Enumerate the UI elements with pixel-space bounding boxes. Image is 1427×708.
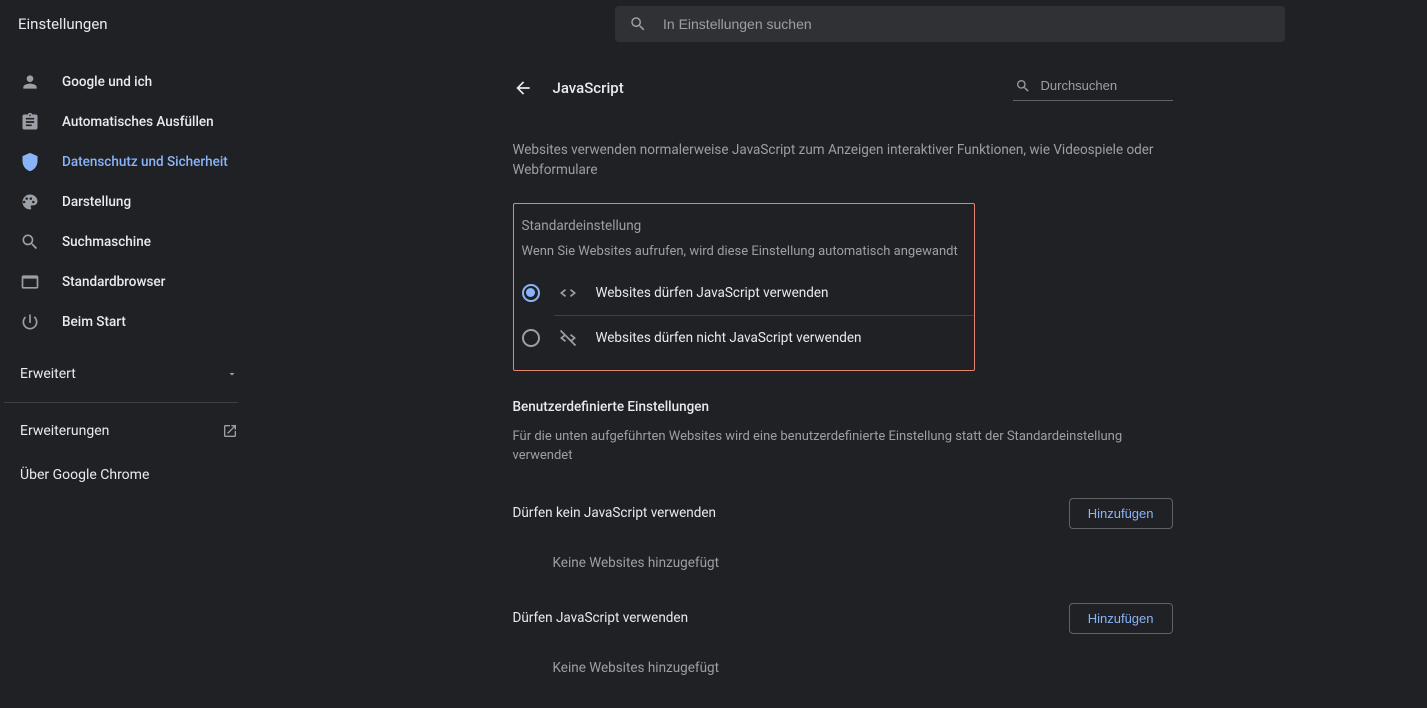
allow-list-section: Dürfen JavaScript verwenden Hinzufügen K… (513, 603, 1173, 676)
page-search[interactable] (1013, 76, 1173, 101)
block-list-section: Dürfen kein JavaScript verwenden Hinzufü… (513, 498, 1173, 571)
radio-block-js[interactable]: Websites dürfen nicht JavaScript verwend… (514, 316, 974, 360)
global-search[interactable] (615, 6, 1285, 42)
list-title: Dürfen kein JavaScript verwenden (513, 505, 716, 521)
open-in-new-icon (222, 423, 238, 439)
sidebar-item-label: Datenschutz und Sicherheit (62, 154, 228, 170)
sidebar-item-label: Automatisches Ausfüllen (62, 114, 214, 130)
divider (4, 402, 238, 403)
code-icon (558, 283, 578, 303)
sidebar-item-default-browser[interactable]: Standardbrowser (0, 262, 258, 302)
radio-button-icon (522, 284, 540, 302)
page-search-input[interactable] (1041, 78, 1173, 93)
code-off-icon (558, 328, 578, 348)
sidebar-item-about[interactable]: Über Google Chrome (0, 455, 258, 495)
search-icon (1015, 78, 1031, 94)
default-behavior-section: Standardeinstellung Wenn Sie Websites au… (513, 203, 975, 371)
sidebar-item-search-engine[interactable]: Suchmaschine (0, 222, 258, 262)
section-heading: Benutzerdefinierte Einstellungen (513, 399, 1173, 415)
sidebar-item-label: Über Google Chrome (20, 467, 149, 483)
back-arrow-icon[interactable] (513, 78, 533, 98)
browser-icon (20, 272, 40, 292)
search-icon (629, 15, 647, 33)
power-icon (20, 312, 40, 332)
radio-label: Websites dürfen nicht JavaScript verwend… (596, 330, 862, 346)
radio-button-icon (522, 329, 540, 347)
add-block-site-button[interactable]: Hinzufügen (1069, 498, 1173, 529)
section-heading: Standardeinstellung (514, 218, 974, 234)
page-description: Websites verwenden normalerweise JavaScr… (513, 140, 1173, 181)
sidebar-item-privacy[interactable]: Datenschutz und Sicherheit (0, 142, 258, 182)
empty-list-text: Keine Websites hinzugefügt (513, 529, 1173, 571)
empty-list-text: Keine Websites hinzugefügt (513, 634, 1173, 676)
sidebar-advanced-label: Erweitert (20, 366, 76, 382)
section-subtext: Wenn Sie Websites aufrufen, wird diese E… (514, 234, 974, 271)
radio-label: Websites dürfen JavaScript verwenden (596, 285, 829, 301)
settings-panel: JavaScript Websites verwenden normalerwe… (513, 66, 1173, 708)
sidebar-item-label: Standardbrowser (62, 274, 165, 290)
sidebar-item-google[interactable]: Google und ich (0, 62, 258, 102)
app-title: Einstellungen (18, 15, 108, 33)
sidebar-item-label: Beim Start (62, 314, 126, 330)
sidebar-item-label: Erweiterungen (20, 423, 109, 439)
main-content: JavaScript Websites verwenden normalerwe… (258, 48, 1427, 708)
person-icon (20, 72, 40, 92)
sidebar-item-label: Suchmaschine (62, 234, 151, 250)
radio-allow-js[interactable]: Websites dürfen JavaScript verwenden (514, 271, 974, 315)
list-title: Dürfen JavaScript verwenden (513, 610, 689, 626)
search-icon (20, 232, 40, 252)
sidebar-item-on-startup[interactable]: Beim Start (0, 302, 258, 342)
clipboard-icon (20, 112, 40, 132)
palette-icon (20, 192, 40, 212)
shield-icon (20, 152, 40, 172)
custom-behaviors-section: Benutzerdefinierte Einstellungen Für die… (513, 399, 1173, 466)
sidebar-advanced-toggle[interactable]: Erweitert (0, 350, 258, 398)
sidebar-item-autofill[interactable]: Automatisches Ausfüllen (0, 102, 258, 142)
section-subtext: Für die unten aufgeführten Websites wird… (513, 427, 1173, 466)
add-allow-site-button[interactable]: Hinzufügen (1069, 603, 1173, 634)
chevron-down-icon (226, 368, 238, 380)
sidebar-item-appearance[interactable]: Darstellung (0, 182, 258, 222)
global-search-input[interactable] (663, 16, 1271, 32)
sidebar-item-label: Google und ich (62, 74, 152, 90)
sidebar-item-extensions[interactable]: Erweiterungen (0, 407, 258, 455)
panel-header: JavaScript (513, 66, 1173, 110)
sidebar-item-label: Darstellung (62, 194, 131, 210)
page-title: JavaScript (553, 79, 624, 97)
sidebar: Google und ich Automatisches Ausfüllen D… (0, 48, 258, 708)
